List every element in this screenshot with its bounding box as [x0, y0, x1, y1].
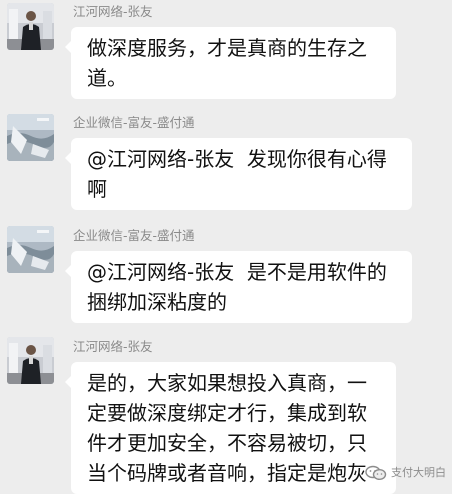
- waterside-scenery-avatar[interactable]: [7, 226, 54, 273]
- message-bubble[interactable]: 是的，大家如果想投入真商，一定要做深度绑定才行，集成到软件才更加安全，不容易被切…: [65, 362, 396, 494]
- sender-name: 江河网络-张友: [73, 339, 153, 354]
- account-watermark: 支付大明白: [365, 465, 446, 481]
- waterside-scenery-avatar[interactable]: [7, 114, 54, 161]
- chat-history: 江河网络-张友 做深度服务，才是真商的生存之道。 企业微信-富友-盛付通 @江河…: [0, 0, 452, 494]
- sender-name: 企业微信-富友-盛付通: [73, 115, 195, 130]
- sender-name: 企业微信-富友-盛付通: [73, 228, 195, 243]
- message-bubble[interactable]: @江河网络-张友 发现你很有心得啊: [65, 138, 412, 210]
- person-portrait-avatar[interactable]: [7, 3, 54, 50]
- sender-name: 江河网络-张友: [73, 4, 153, 19]
- message-bubble[interactable]: @江河网络-张友 是不是用软件的捆绑加深粘度的: [65, 251, 412, 323]
- message-bubble[interactable]: 做深度服务，才是真商的生存之道。: [65, 27, 396, 99]
- watermark-label: 支付大明白: [391, 466, 446, 479]
- wechat-channel-icon: [365, 465, 387, 481]
- person-portrait-avatar[interactable]: [7, 337, 54, 384]
